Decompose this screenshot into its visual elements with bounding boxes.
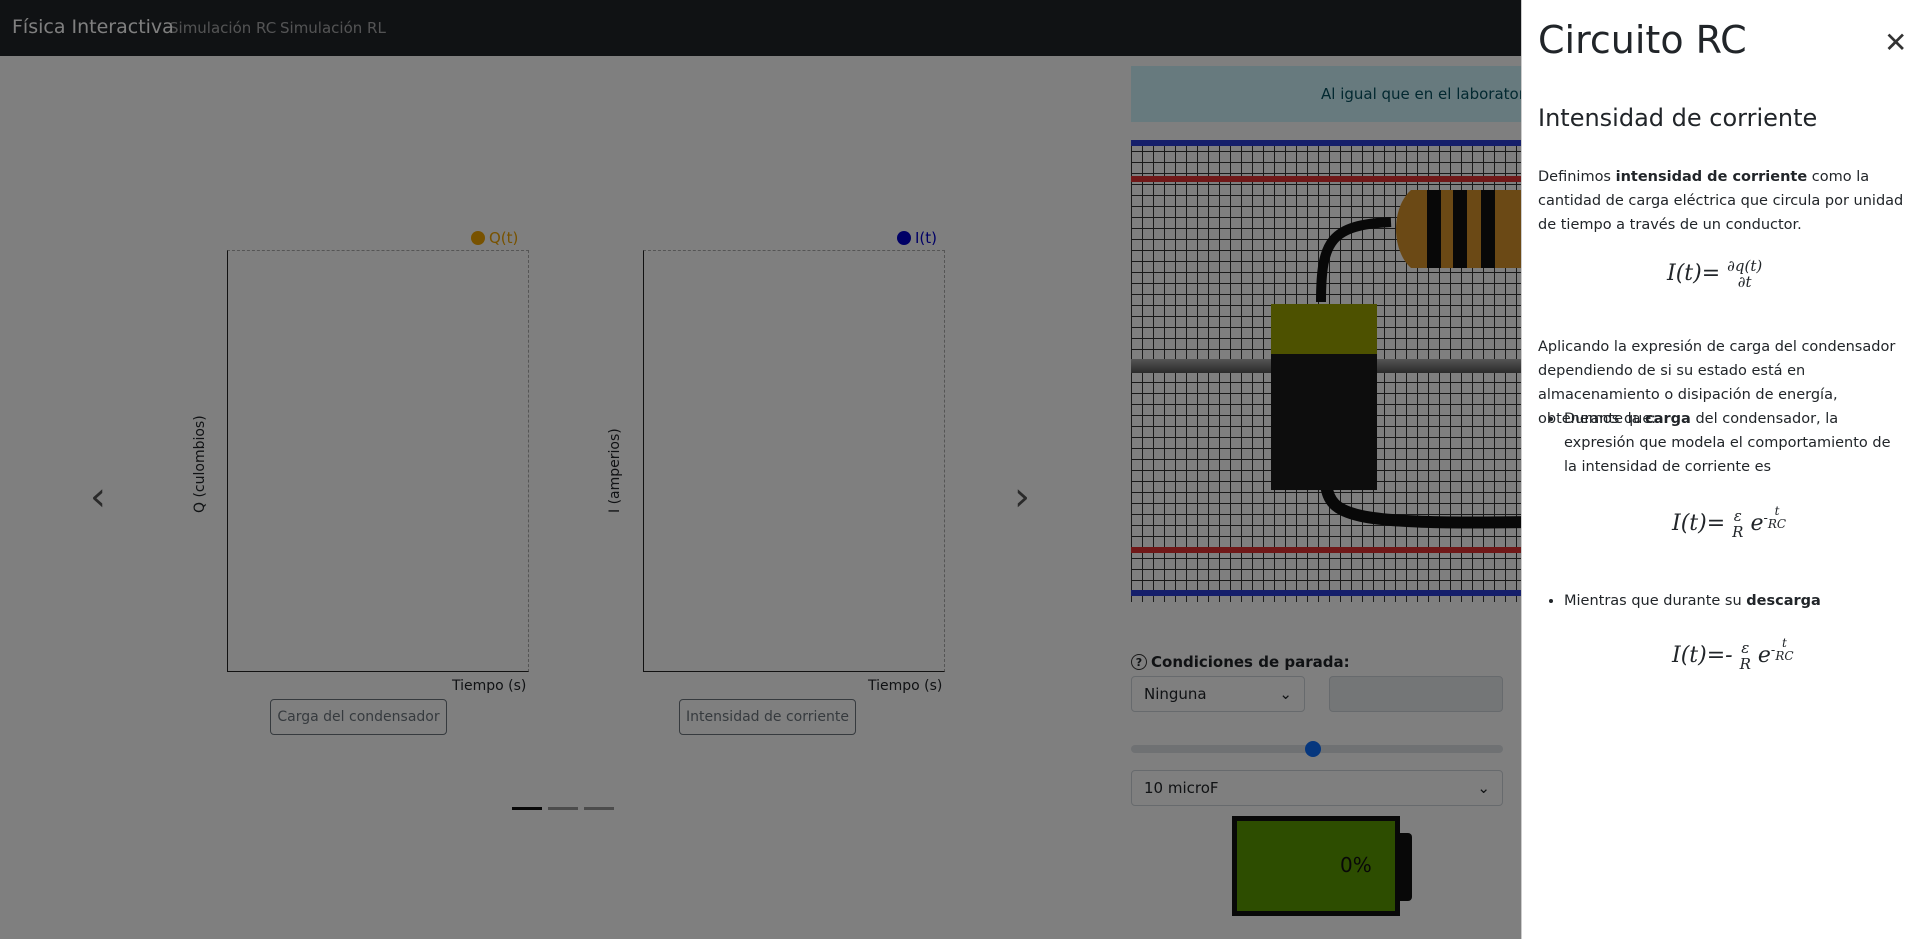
f1-fraction: ∂q(t) ∂t: [1727, 258, 1762, 290]
f2-lhs: I(t)=: [1672, 510, 1726, 536]
f3-num: ε: [1741, 638, 1750, 657]
li2-text-a: Mientras que durante su: [1564, 593, 1747, 609]
case-charge: Durante la carga del condensador, la exp…: [1564, 407, 1908, 479]
li1-bold: carga: [1645, 411, 1691, 427]
f3-exponent: - t RC: [1771, 637, 1794, 663]
p1-bold: intensidad de corriente: [1615, 169, 1808, 185]
f3-exp-fraction: t RC: [1775, 637, 1793, 663]
f2-exp-den: RC: [1767, 517, 1787, 531]
f3-lhs: I(t)=-: [1672, 642, 1733, 668]
cases-list: Durante la carga del condensador, la exp…: [1538, 407, 1908, 479]
close-icon[interactable]: ✕: [1884, 26, 1907, 59]
offcanvas-panel: Circuito RC ✕ Intensidad de corriente De…: [1521, 0, 1918, 939]
formula-charge: I(t)= ε R e-t RC: [1672, 505, 1786, 540]
case-discharge: Mientras que durante su descarga: [1564, 589, 1908, 613]
offcanvas-title: Circuito RC: [1538, 18, 1747, 62]
f3-den: R: [1739, 654, 1751, 673]
definition-paragraph: Definimos intensidad de corriente como l…: [1538, 165, 1908, 237]
formula-definition: I(t)= ∂q(t) ∂t: [1667, 258, 1762, 290]
offcanvas-subtitle: Intensidad de corriente: [1538, 104, 1818, 132]
f2-base: e: [1750, 510, 1764, 536]
li2-bold: descarga: [1746, 593, 1821, 609]
f2-den: R: [1732, 522, 1744, 541]
f1-num: ∂q(t): [1727, 257, 1763, 275]
f3-exp-den: RC: [1775, 649, 1794, 663]
f2-num: ε: [1733, 506, 1742, 525]
f2-fraction: ε R: [1732, 508, 1743, 540]
formula-discharge: I(t)=- ε R e-t RC: [1672, 637, 1794, 672]
p1-text-a: Definimos: [1538, 169, 1616, 185]
f2-exp-fraction: t RC: [1768, 505, 1786, 531]
f3-fraction: ε R: [1740, 640, 1751, 672]
cases-list-2: Mientras que durante su descarga: [1538, 589, 1908, 613]
f1-lhs: I(t)=: [1667, 261, 1721, 286]
f1-den: ∂t: [1737, 273, 1752, 291]
f3-base: e: [1757, 642, 1771, 668]
li1-text-a: Durante la: [1564, 411, 1646, 427]
f2-exponent: - t RC: [1763, 505, 1786, 531]
